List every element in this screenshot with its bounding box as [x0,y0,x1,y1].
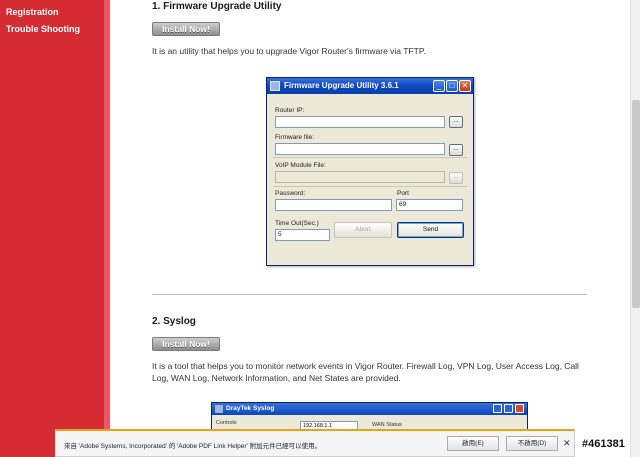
section-heading-syslog: 2. Syslog [152,316,196,327]
enable-addon-button[interactable]: 啟用(E) [447,436,499,451]
install-firmware-utility-button[interactable]: Install Now! [152,22,220,36]
firmware-description: It is an utility that helps you to upgra… [152,46,426,56]
maximize-icon [504,404,513,413]
abort-button: Abort [334,222,392,238]
password-label: Password: [275,190,306,197]
timeout-field: 5 [275,229,330,241]
router-ip-label: Router IP: [275,107,305,114]
firmware-file-browse-button: ... [449,144,463,156]
password-field [275,199,392,211]
section-heading-firmware: 1. Firmware Upgrade Utility [152,1,282,12]
syslog-titlebar: DrayTek Syslog [212,403,527,415]
scrollbar-thumb[interactable] [632,100,640,308]
close-icon: ✕ [459,80,471,92]
page: Registration Trouble Shooting 1. Firmwar… [0,0,640,457]
disable-addon-button[interactable]: 不啟用(D) [506,436,558,451]
addon-notification-bar: 來自 'Adobe Systems, Incorporated' 的 'Adob… [55,429,575,457]
firmware-file-field [275,143,445,155]
section-divider [152,294,587,295]
close-icon [515,404,524,413]
send-button: Send [397,222,464,238]
firmware-file-label: Firmware file: [275,134,315,141]
sidebar-item-trouble-shooting[interactable]: Trouble Shooting [0,21,104,38]
minimize-icon [493,404,502,413]
timeout-label: Time Out(Sec.) [275,220,319,227]
app-icon [270,81,280,91]
syslog-description: It is a tool that helps you to monitor n… [152,361,579,383]
voip-module-label: VoIP Module File: [275,162,326,169]
syslog-wan-status-label: WAN Status [372,422,402,428]
main-content: 1. Firmware Upgrade Utility Install Now!… [110,0,630,457]
install-syslog-button[interactable]: Install Now! [152,337,220,351]
port-field: 69 [396,199,463,211]
router-ip-browse-button: ... [449,116,463,128]
port-label: Port [397,190,409,197]
voip-module-field [275,171,445,183]
sidebar-item-registration[interactable]: Registration [0,4,104,21]
sidebar-nav: Registration Trouble Shooting [0,0,104,457]
sidebar: Registration Trouble Shooting [0,0,110,457]
vertical-scrollbar[interactable] [630,0,640,457]
syslog-controls-tab: Controls [216,420,237,426]
syslog-title: DrayTek Syslog [226,405,275,412]
dialog-separator [273,157,467,158]
dialog-separator [273,186,467,187]
maximize-icon: □ [446,80,458,92]
dialog-title: Firmware Upgrade Utility 3.6.1 [284,81,399,90]
close-icon[interactable]: ✕ [563,438,571,449]
voip-module-browse-button: ... [449,172,463,184]
addon-notification-message: 來自 'Adobe Systems, Incorporated' 的 'Adob… [64,443,322,450]
watermark-id: #461381 [582,438,625,450]
syslog-app-icon [215,405,223,413]
dialog-titlebar: Firmware Upgrade Utility 3.6.1 _ □ ✕ [267,78,473,94]
minimize-icon: _ [433,80,445,92]
router-ip-field [275,116,445,128]
firmware-upgrade-dialog-screenshot: Firmware Upgrade Utility 3.6.1 _ □ ✕ Rou… [266,77,474,266]
